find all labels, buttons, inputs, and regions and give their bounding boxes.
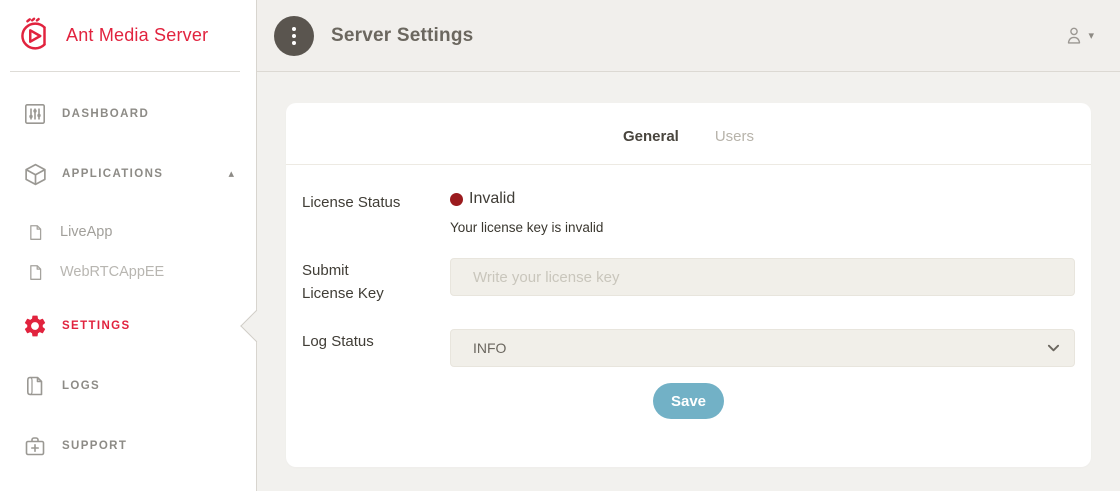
logs-icon [22, 373, 48, 399]
caret-down-icon: ▾ [1088, 29, 1094, 42]
sidebar-item-settings[interactable]: SETTINGS [0, 304, 256, 348]
sidebar-item-label: LiveApp [60, 224, 112, 240]
license-key-label: Submit License Key [302, 258, 450, 305]
settings-card: General Users License Status Invalid You… [286, 103, 1091, 467]
license-status-label: License Status [302, 190, 450, 215]
sidebar-item-label: APPLICATIONS [62, 168, 163, 180]
server-settings-form: License Status Invalid Your license key … [286, 165, 1091, 419]
license-status-note: Your license key is invalid [450, 220, 1075, 235]
sidebar-nav: DASHBOARD APPLICATIONS ▴ [0, 72, 256, 468]
dashboard-icon [22, 101, 48, 127]
sidebar: Ant Media Server DASHBOARD [0, 0, 257, 491]
save-row: Save [302, 383, 1075, 419]
license-status-value: Invalid [450, 190, 1075, 208]
kebab-menu-button[interactable] [274, 16, 314, 56]
brand-name: Ant Media Server [66, 25, 208, 46]
content-area: General Users License Status Invalid You… [257, 72, 1120, 491]
sidebar-item-logs[interactable]: LOGS [0, 364, 256, 408]
applications-sublist: LiveApp WebRTCAppEE [0, 212, 256, 292]
tabs-bar: General Users [286, 103, 1091, 165]
file-icon [26, 223, 44, 241]
log-status-label: Log Status [302, 329, 450, 354]
log-status-row: Log Status INFO [302, 329, 1075, 367]
file-icon [26, 263, 44, 281]
app-window: Ant Media Server DASHBOARD [0, 0, 1120, 491]
kebab-menu-icon [292, 27, 296, 31]
license-status-row: License Status Invalid Your license key … [302, 190, 1075, 235]
sidebar-item-webrtcappee[interactable]: WebRTCAppEE [0, 252, 256, 292]
sidebar-item-label: WebRTCAppEE [60, 264, 164, 280]
sidebar-item-label: SUPPORT [62, 440, 127, 452]
collapse-caret-icon: ▴ [228, 169, 234, 180]
support-icon [22, 433, 48, 459]
applications-icon [22, 161, 48, 187]
topbar: Server Settings ▾ [257, 0, 1120, 72]
sidebar-item-label: DASHBOARD [62, 108, 149, 120]
status-dot-icon [450, 193, 463, 206]
license-key-row: Submit License Key [302, 258, 1075, 305]
page-title: Server Settings [331, 25, 473, 47]
sidebar-item-label: SETTINGS [62, 320, 131, 332]
sidebar-item-dashboard[interactable]: DASHBOARD [0, 92, 256, 136]
save-button[interactable]: Save [653, 383, 724, 419]
license-key-input[interactable] [450, 258, 1075, 296]
sidebar-item-liveapp[interactable]: LiveApp [0, 212, 256, 252]
tab-general[interactable]: General [623, 128, 679, 145]
gear-icon [22, 313, 48, 339]
user-menu-button[interactable]: ▾ [1063, 25, 1094, 47]
log-status-select[interactable]: INFO [450, 329, 1075, 367]
sidebar-item-support[interactable]: SUPPORT [0, 424, 256, 468]
sidebar-item-label: LOGS [62, 380, 100, 392]
brand-logo[interactable]: Ant Media Server [0, 0, 256, 71]
main-area: Server Settings ▾ General Users [257, 0, 1120, 491]
sidebar-item-applications[interactable]: APPLICATIONS ▴ [0, 152, 256, 196]
tab-users[interactable]: Users [715, 128, 754, 145]
license-status-text: Invalid [469, 190, 515, 208]
ant-media-logo-icon [14, 17, 56, 55]
user-icon [1063, 25, 1085, 47]
